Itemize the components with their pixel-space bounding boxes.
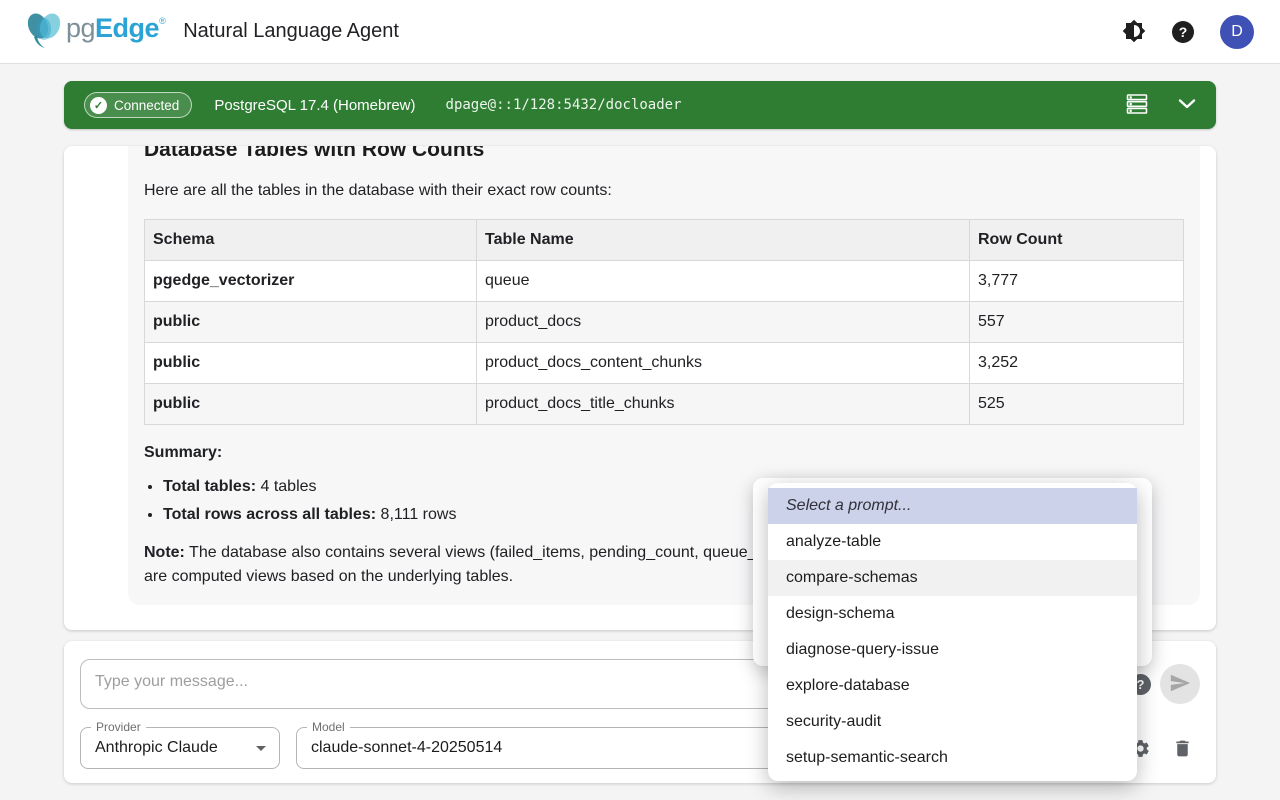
pgedge-logo: pgEdge® (24, 8, 165, 55)
connection-string: dpage@::1/128:5432/docloader (446, 97, 682, 113)
prompt-menu: Select a prompt... analyze-table compare… (768, 483, 1137, 781)
send-button[interactable] (1160, 664, 1200, 704)
model-label: Model (307, 720, 350, 734)
prompt-menu-item[interactable]: explore-database (768, 668, 1137, 704)
page-title: Natural Language Agent (183, 20, 399, 43)
column-header-schema: Schema (145, 220, 477, 261)
message-heading: Database Tables with Row Counts (144, 146, 1184, 163)
connection-list-button[interactable] (1126, 93, 1148, 118)
app-header: pgEdge® Natural Language Agent ? D (0, 0, 1280, 64)
connection-collapse-button[interactable] (1178, 98, 1196, 113)
prompt-menu-item[interactable]: security-audit (768, 704, 1137, 740)
column-header-row-count: Row Count (970, 220, 1184, 261)
cell-schema: public (145, 384, 477, 425)
header-actions: ? D (1122, 0, 1254, 64)
cell-table-name: product_docs_title_chunks (477, 384, 970, 425)
status-label: Connected (114, 98, 179, 113)
pgedge-logo-text: pgEdge® (66, 8, 165, 48)
prompt-menu-item[interactable]: compare-schemas (768, 560, 1137, 596)
table-row: public product_docs 557 (145, 302, 1184, 343)
list-item-value: 8,111 rows (376, 506, 456, 523)
cell-schema: pgedge_vectorizer (145, 261, 477, 302)
cell-row-count: 557 (970, 302, 1184, 343)
provider-select[interactable]: Provider Anthropic Claude (80, 727, 280, 769)
cell-row-count: 525 (970, 384, 1184, 425)
dropdown-arrow-icon (256, 746, 266, 751)
row-counts-table: Schema Table Name Row Count pgedge_vecto… (144, 219, 1184, 425)
prompt-menu-item[interactable]: Select a prompt... (768, 488, 1137, 524)
table-row: public product_docs_title_chunks 525 (145, 384, 1184, 425)
cell-table-name: queue (477, 261, 970, 302)
cell-schema: public (145, 302, 477, 343)
connection-bar: ✓ Connected PostgreSQL 17.4 (Homebrew) d… (64, 81, 1216, 129)
cell-table-name: product_docs_content_chunks (477, 343, 970, 384)
status-badge: ✓ Connected (84, 92, 192, 118)
provider-value: Anthropic Claude (81, 728, 279, 768)
prompt-menu-item[interactable]: setup-semantic-search (768, 740, 1137, 776)
app-root: pgEdge® Natural Language Agent ? D ✓ Con… (0, 0, 1280, 800)
provider-label: Provider (91, 720, 146, 734)
theme-toggle-button[interactable] (1122, 19, 1146, 46)
prompt-menu-item[interactable]: diagnose-query-issue (768, 632, 1137, 668)
list-item-value: 4 tables (256, 478, 316, 495)
avatar: D (1220, 15, 1254, 49)
list-item-label: Total rows across all tables: (163, 506, 376, 523)
summary-label: Summary: (144, 441, 1184, 465)
cell-schema: public (145, 343, 477, 384)
brightness-icon (1122, 19, 1146, 46)
chevron-down-icon (1178, 98, 1196, 113)
send-icon (1169, 672, 1191, 697)
table-header: Schema Table Name Row Count (145, 220, 1184, 261)
prompt-menu-item[interactable]: analyze-table (768, 524, 1137, 560)
table-body: pgedge_vectorizer queue 3,777 public pro… (145, 261, 1184, 425)
list-item-label: Total tables: (163, 478, 256, 495)
prompt-menu-item[interactable]: design-schema (768, 596, 1137, 632)
column-header-table-name: Table Name (477, 220, 970, 261)
table-row: public product_docs_content_chunks 3,252 (145, 343, 1184, 384)
server-version: PostgreSQL 17.4 (Homebrew) (214, 97, 415, 114)
server-list-icon (1126, 93, 1148, 118)
check-icon: ✓ (90, 97, 107, 114)
table-row: pgedge_vectorizer queue 3,777 (145, 261, 1184, 302)
user-menu-button[interactable]: D (1220, 15, 1254, 49)
note-line2: are computed views based on the underlyi… (144, 568, 513, 585)
cell-row-count: 3,777 (970, 261, 1184, 302)
clear-conversation-button[interactable] (1172, 738, 1193, 762)
help-icon: ? (1172, 21, 1194, 43)
help-button[interactable]: ? (1172, 21, 1194, 43)
trash-icon (1172, 738, 1193, 762)
note-label: Note: (144, 544, 185, 561)
cell-table-name: product_docs (477, 302, 970, 343)
message-intro: Here are all the tables in the database … (144, 179, 1184, 203)
pgedge-logo-icon (24, 8, 64, 55)
cell-row-count: 3,252 (970, 343, 1184, 384)
